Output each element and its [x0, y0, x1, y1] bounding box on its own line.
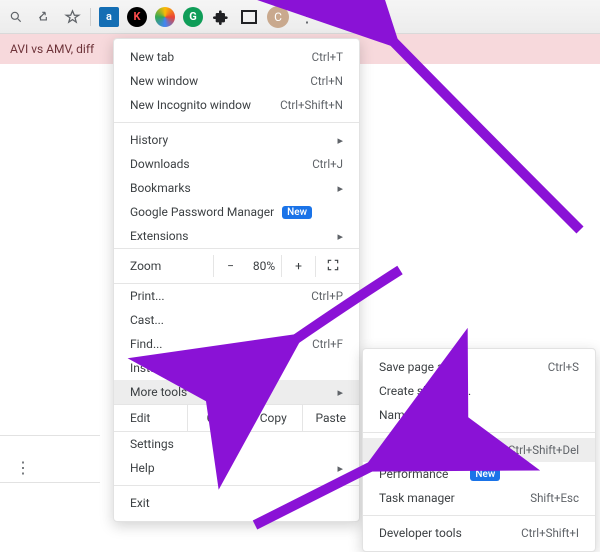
menu-incognito[interactable]: New Incognito windowCtrl+Shift+N — [114, 93, 359, 117]
menu-edit-row: Edit Cut Copy Paste — [114, 404, 359, 432]
zoom-icon[interactable] — [6, 7, 26, 27]
submenu-create-shortcut[interactable]: Create shortcut... — [363, 379, 595, 403]
menu-new-tab[interactable]: New tabCtrl+T — [114, 45, 359, 69]
menu-find[interactable]: Find...Ctrl+F — [114, 332, 359, 356]
chrome-menu-button[interactable]: ⋮ — [297, 7, 317, 27]
edit-copy[interactable]: Copy — [245, 405, 303, 431]
separator — [90, 8, 91, 26]
profile-avatar[interactable]: C — [267, 6, 289, 28]
menu-install-gdrive[interactable]: Install Google Drive... — [114, 356, 359, 380]
menu-settings[interactable]: Settings — [114, 432, 359, 456]
extensions-puzzle-icon[interactable] — [211, 7, 231, 27]
extension-amazon-icon[interactable]: a — [99, 7, 119, 27]
sidepanel-icon[interactable] — [239, 7, 259, 27]
menu-more-tools[interactable]: More tools — [114, 380, 359, 404]
menu-new-window[interactable]: New windowCtrl+N — [114, 69, 359, 93]
menu-divider — [363, 432, 595, 433]
submenu-task-manager[interactable]: Task managerShift+Esc — [363, 486, 595, 510]
menu-cast[interactable]: Cast... — [114, 308, 359, 332]
browser-toolbar: a K G C ⋮ — [0, 0, 600, 34]
page-divider — [0, 482, 100, 483]
menu-exit[interactable]: Exit — [114, 491, 359, 515]
edit-cut[interactable]: Cut — [188, 405, 246, 431]
menu-divider — [114, 122, 359, 123]
zoom-out-button[interactable]: − — [213, 255, 247, 277]
page-kebab-icon[interactable]: ⋮ — [15, 458, 31, 477]
zoom-level: 80% — [247, 255, 281, 277]
new-badge: New — [282, 206, 312, 219]
submenu-performance[interactable]: Performance New — [363, 462, 595, 486]
extension-grammarly-icon[interactable]: G — [183, 7, 203, 27]
menu-divider — [363, 515, 595, 516]
menu-print[interactable]: Print...Ctrl+P — [114, 284, 359, 308]
menu-history[interactable]: History — [114, 128, 359, 152]
more-tools-submenu: Save page as...Ctrl+S Create shortcut...… — [362, 348, 596, 552]
new-badge: New — [470, 468, 500, 481]
star-icon[interactable] — [62, 7, 82, 27]
menu-downloads[interactable]: DownloadsCtrl+J — [114, 152, 359, 176]
chrome-menu: New tabCtrl+T New windowCtrl+N New Incog… — [113, 38, 360, 522]
edit-label: Edit — [114, 405, 188, 431]
menu-help[interactable]: Help — [114, 456, 359, 480]
zoom-in-button[interactable]: + — [281, 255, 315, 277]
extension-s-icon[interactable] — [155, 7, 175, 27]
submenu-name-window[interactable]: Name window... — [363, 403, 595, 427]
share-icon[interactable] — [34, 7, 54, 27]
submenu-save-page[interactable]: Save page as...Ctrl+S — [363, 355, 595, 379]
fullscreen-button[interactable] — [315, 256, 349, 277]
menu-zoom-row: Zoom − 80% + — [114, 248, 359, 284]
submenu-developer-tools[interactable]: Developer toolsCtrl+Shift+I — [363, 521, 595, 545]
menu-bookmarks[interactable]: Bookmarks — [114, 176, 359, 200]
submenu-clear-browsing-data[interactable]: Clear browsing data...Ctrl+Shift+Del — [363, 438, 595, 462]
menu-password-manager[interactable]: Google Password ManagerNew — [114, 200, 359, 224]
extension-k-icon[interactable]: K — [127, 7, 147, 27]
menu-divider — [114, 485, 359, 486]
tab-title: AVI vs AMV, diff — [10, 42, 94, 56]
edit-paste[interactable]: Paste — [303, 405, 360, 431]
zoom-label: Zoom — [114, 259, 161, 273]
menu-extensions[interactable]: Extensions — [114, 224, 359, 248]
page-divider — [0, 435, 100, 436]
